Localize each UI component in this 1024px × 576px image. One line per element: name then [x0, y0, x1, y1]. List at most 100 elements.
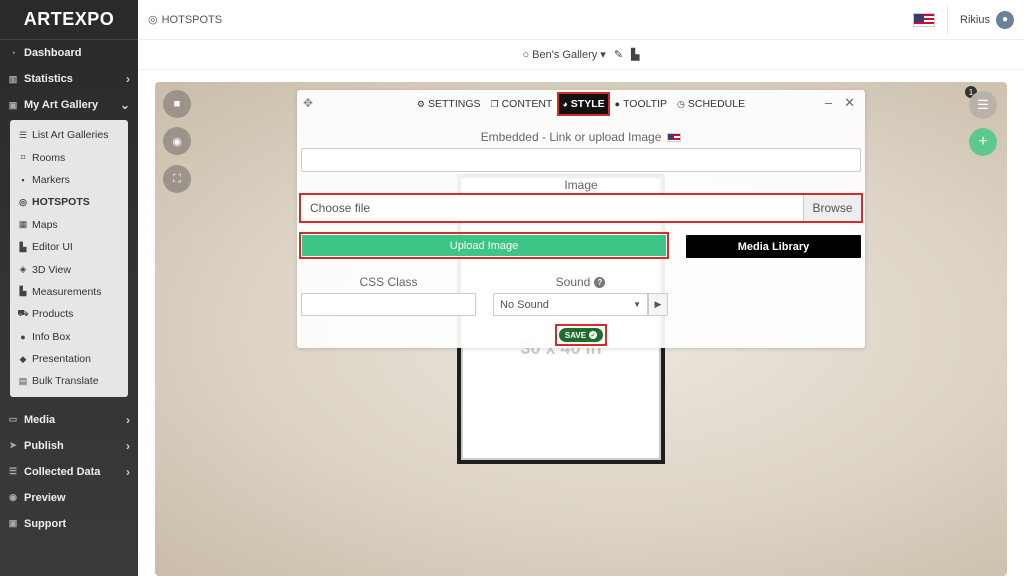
us-flag-icon[interactable] [913, 12, 936, 27]
sidebar-item-collected-data[interactable]: ☰ Collected Data › [0, 459, 138, 485]
sound-select[interactable]: No Sound ▼ [493, 293, 648, 316]
sound-label: Sound ? [493, 275, 668, 289]
sidebar-item-support[interactable]: ▣ Support [0, 511, 138, 537]
hotspot-editor-modal: ✥ – ✕ ⚙ SETTINGS ❐ CONTENT ◕ STYLE ● TOOLTIP ◷ SC… [297, 90, 865, 348]
chevron-right-icon: › [126, 72, 130, 86]
save-label: SAVE [564, 330, 587, 340]
image-label: Image [564, 178, 598, 192]
edit-icon[interactable]: ✎ [614, 48, 623, 61]
upload-highlight: Upload Image [299, 232, 669, 259]
file-chooser-placeholder[interactable]: Choose file [301, 195, 803, 221]
target-icon: ◎ [19, 196, 27, 207]
chevron-right-icon: › [126, 438, 130, 453]
chevron-down-icon: ⌄ [119, 98, 130, 112]
submenu-item-maps[interactable]: ▦ Maps [10, 214, 128, 236]
submenu-item-label: Bulk Translate [32, 375, 99, 388]
submenu-item-list-art-galleries[interactable]: ☰ List Art Galleries [10, 124, 128, 146]
submenu-item-label: Info Box [32, 330, 71, 343]
info-icon: ● [20, 331, 26, 342]
breadcrumb: ◎ HOTSPOTS [148, 13, 222, 27]
sidebar-item-label: Collected Data [24, 465, 101, 478]
rooms-icon: ⌗ [20, 152, 26, 163]
tab-label: TOOLTIP [623, 98, 668, 110]
app-logo[interactable]: ARTEXPO [0, 0, 138, 40]
browse-button[interactable]: Browse [803, 195, 861, 221]
submenu-item-markers[interactable]: ▪ Markers [10, 169, 128, 191]
submenu-item-rooms[interactable]: ⌗ Rooms [10, 146, 128, 168]
comment-icon: ● [614, 99, 621, 109]
fullscreen-icon[interactable]: ⛶ [163, 165, 191, 193]
embed-link-input[interactable] [301, 148, 861, 172]
sidebar-item-media[interactable]: ▭ Media › [0, 407, 138, 433]
avatar[interactable]: ● [996, 10, 1014, 29]
sidebar-item-publish[interactable]: ➤ Publish › [0, 433, 138, 459]
eye-icon[interactable]: ◉ [163, 127, 191, 155]
chevron-right-icon: › [126, 464, 130, 479]
sidebar-item-label: Media [24, 413, 56, 426]
modal-tabs: ⚙ SETTINGS ❐ CONTENT ◕ STYLE ● TOOLTIP ◷ SCHEDULE [297, 92, 865, 116]
gear-icon: ⚙ [416, 98, 425, 109]
sidebar-item-my-art-gallery[interactable]: ▣ My Art Gallery ⌄ [0, 92, 138, 118]
us-flag-icon[interactable] [667, 132, 682, 142]
submenu-item-label: HOTSPOTS [32, 196, 90, 209]
gallery-submenu: ☰ List Art Galleries ⌗ Rooms ▪ Markers ◎ HOTSPO… [10, 120, 128, 397]
submenu-item-bulk-translate[interactable]: ▤ Bulk Translate [10, 370, 128, 392]
map-icon: ▦ [18, 219, 28, 230]
submenu-item-label: Editor UI [32, 241, 73, 254]
media-library-button[interactable]: Media Library [686, 235, 861, 258]
submenu-item-products[interactable]: ⛟ Products [10, 303, 128, 325]
css-class-input[interactable] [301, 293, 476, 316]
presentation-icon: ◆ [19, 353, 27, 364]
support-icon: ▣ [8, 518, 18, 529]
upload-image-button[interactable]: Upload Image [302, 235, 666, 256]
submenu-item-editor-ui[interactable]: ▙ Editor UI [10, 236, 128, 258]
submenu-item-label: Markers [32, 173, 70, 186]
save-highlight: SAVE ✓ [555, 324, 607, 346]
sidebar: ARTEXPO ◔ Dashboard ▥ Statistics › ▣ My Art Ga… [0, 0, 138, 576]
translate-icon: ▤ [18, 375, 28, 386]
submenu-item-measurements[interactable]: ▙ Measurements [10, 281, 128, 303]
sidebar-item-label: Statistics [24, 73, 73, 85]
ruler-icon: ▙ [19, 286, 27, 297]
target-icon: ◎ [148, 14, 158, 26]
add-hotspot-button[interactable]: + [969, 128, 997, 156]
save-button[interactable]: SAVE ✓ [559, 328, 603, 342]
tab-label: SCHEDULE [687, 98, 746, 110]
play-sound-button[interactable]: ▶ [648, 293, 668, 316]
tab-style[interactable]: ◕ STYLE [557, 92, 610, 116]
help-icon[interactable]: ? [594, 276, 606, 288]
gallery-selector[interactable]: ○ Ben's Gallery ▾ [522, 48, 605, 61]
check-icon: ✓ [589, 331, 598, 339]
tab-label: SETTINGS [428, 98, 481, 110]
tab-content[interactable]: ❐ CONTENT [488, 94, 556, 114]
building-icon[interactable]: ▙ [631, 48, 639, 61]
sidebar-item-statistics[interactable]: ▥ Statistics › [0, 66, 138, 92]
css-class-label: CSS Class [359, 275, 418, 289]
tab-settings[interactable]: ⚙ SETTINGS [414, 94, 484, 114]
bar-chart-icon: ▥ [8, 73, 18, 84]
submenu-item-hotspots[interactable]: ◎ HOTSPOTS [10, 191, 128, 213]
stop-button[interactable]: ■ [163, 90, 191, 118]
tab-label: CONTENT [501, 98, 553, 110]
list-icon: ☰ [18, 129, 28, 140]
submenu-item-3d-view[interactable]: ◈ 3D View [10, 258, 128, 280]
file-chooser[interactable]: Choose file Browse [299, 193, 863, 223]
top-bar: ◎ HOTSPOTS Rikius ● [138, 0, 1024, 40]
sidebar-item-label: Support [24, 517, 67, 530]
tab-label: STYLE [570, 98, 605, 110]
submenu-item-presentation[interactable]: ◆ Presentation [10, 348, 128, 370]
user-menu[interactable]: Rikius ● [960, 10, 1014, 29]
divider [947, 4, 949, 35]
sidebar-item-dashboard[interactable]: ◔ Dashboard [0, 40, 138, 66]
submenu-item-info-box[interactable]: ● Info Box [10, 326, 128, 348]
tab-tooltip[interactable]: ● TOOLTIP [612, 94, 670, 114]
list-icon: ☰ [8, 466, 18, 477]
sidebar-item-preview[interactable]: ◉ Preview [0, 485, 138, 511]
clock-icon: ◷ [677, 98, 685, 109]
tab-schedule[interactable]: ◷ SCHEDULE [674, 94, 748, 114]
submenu-item-label: Rooms [32, 151, 66, 164]
submenu-item-label: Products [32, 308, 74, 321]
marker-icon: ▪ [21, 174, 25, 185]
hotspot-list-button[interactable]: ☰ [969, 91, 997, 119]
editor-icon: ▙ [19, 241, 27, 252]
